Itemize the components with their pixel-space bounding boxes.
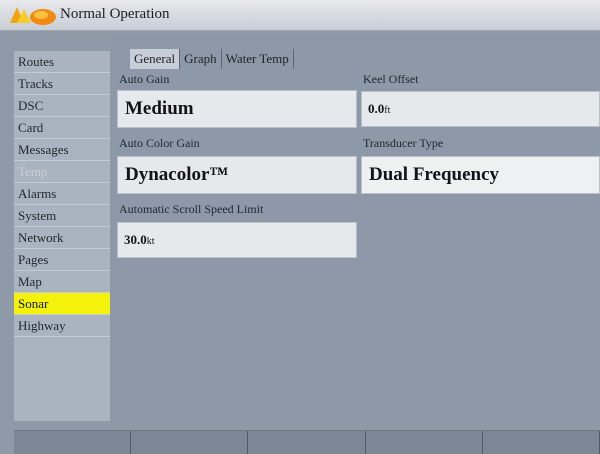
transducer-type-label: Transducer Type <box>363 136 444 150</box>
sidebar-item-messages[interactable]: Messages <box>14 139 110 161</box>
tab-graph[interactable]: Graph <box>180 49 222 69</box>
auto-color-gain-value: Dynacolor™ <box>125 164 229 185</box>
scroll-speed-limit-value: 30.0 <box>124 232 147 247</box>
keel-offset-unit: ft <box>384 105 391 116</box>
auto-gain-field[interactable]: Medium <box>117 90 357 128</box>
sidebar: Routes Tracks DSC Card Messages Temp Ala… <box>14 51 111 421</box>
tab-water-temp[interactable]: Water Temp <box>222 49 294 69</box>
garmin-logo-icon <box>10 7 56 25</box>
sidebar-item-dsc[interactable]: DSC <box>14 95 110 117</box>
keel-offset-field[interactable]: 0.0ft <box>361 91 600 127</box>
softkey-1[interactable] <box>14 431 132 454</box>
sidebar-item-sonar[interactable]: Sonar <box>14 293 110 315</box>
auto-gain-value: Medium <box>125 98 194 119</box>
sidebar-item-card[interactable]: Card <box>14 117 110 139</box>
softkey-5[interactable] <box>482 431 600 454</box>
sidebar-item-tracks[interactable]: Tracks <box>14 73 110 95</box>
settings-panel: General Graph Water Temp Auto Gain Mediu… <box>110 34 600 424</box>
sidebar-item-temp: Temp <box>14 161 110 183</box>
sidebar-item-system[interactable]: System <box>14 205 110 227</box>
softkey-bar <box>14 430 600 454</box>
sidebar-item-map[interactable]: Map <box>14 271 110 293</box>
sidebar-item-network[interactable]: Network <box>14 227 110 249</box>
softkey-4[interactable] <box>365 431 483 454</box>
title-bar: Normal Operation <box>0 0 600 31</box>
sidebar-item-pages[interactable]: Pages <box>14 249 110 271</box>
auto-color-gain-field[interactable]: Dynacolor™ <box>117 156 357 194</box>
softkey-3[interactable] <box>248 431 366 454</box>
scroll-speed-limit-label: Automatic Scroll Speed Limit <box>119 202 264 216</box>
window-title: Normal Operation <box>60 6 170 22</box>
sidebar-item-alarms[interactable]: Alarms <box>14 183 110 205</box>
softkey-2[interactable] <box>131 431 249 454</box>
sidebar-item-highway[interactable]: Highway <box>14 315 110 337</box>
keel-offset-label: Keel Offset <box>363 72 419 86</box>
auto-gain-label: Auto Gain <box>119 72 170 86</box>
tab-bar: General Graph Water Temp <box>130 49 294 69</box>
transducer-type-value: Dual Frequency <box>369 164 500 185</box>
sidebar-item-routes[interactable]: Routes <box>14 51 110 73</box>
transducer-type-field[interactable]: Dual Frequency <box>361 156 600 194</box>
tab-general[interactable]: General <box>130 49 181 69</box>
scroll-speed-limit-unit: kt <box>146 236 155 247</box>
keel-offset-value: 0.0 <box>368 101 385 116</box>
auto-color-gain-label: Auto Color Gain <box>119 136 200 150</box>
scroll-speed-limit-field[interactable]: 30.0kt <box>117 222 357 258</box>
